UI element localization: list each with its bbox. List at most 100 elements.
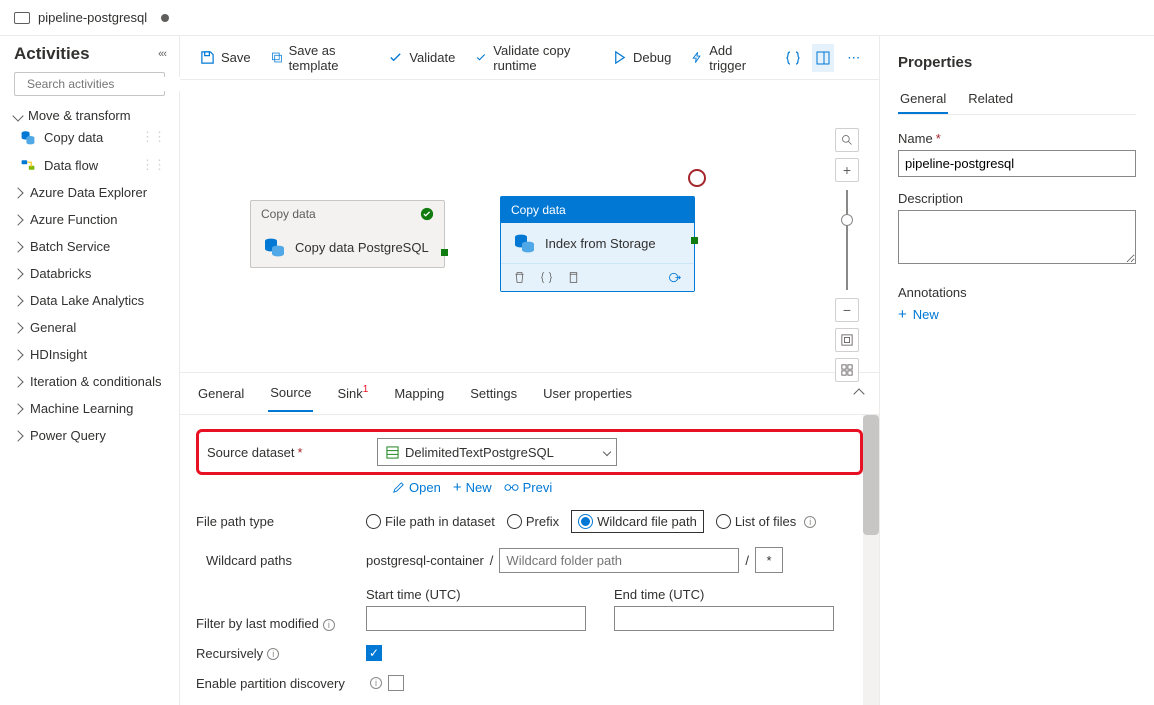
validate-button[interactable]: Validate [382,46,461,69]
annotations-label: Annotations [898,285,1136,300]
pencil-icon [392,481,405,494]
pipeline-canvas[interactable]: Copy data Copy data PostgreSQL Copy data [180,80,879,372]
chevron-right-icon [12,241,23,252]
code-view-button[interactable] [781,44,804,72]
collapse-panel-icon[interactable]: « ‹ [158,48,165,60]
pipeline-name-input[interactable] [898,150,1136,177]
output-port[interactable] [691,237,698,244]
radio-list-of-files[interactable]: List of filesi [716,514,816,529]
node-type-label: Copy data [261,207,316,221]
cat-machine-learning[interactable]: Machine Learning [14,395,165,422]
info-icon[interactable]: i [370,677,382,689]
tab-source[interactable]: Source [268,375,313,412]
delete-icon[interactable] [513,271,526,284]
node-copy-data-postgresql[interactable]: Copy data Copy data PostgreSQL [250,200,445,268]
source-dataset-row: Source dataset* DelimitedTextPostgreSQL [196,429,863,475]
filter-by-last-modified-label: Filter by last modifiedi [196,616,366,631]
radio-wildcard[interactable]: Wildcard file path [571,510,704,533]
chevron-down-icon [12,110,23,121]
activity-data-flow[interactable]: Data flow ⋮⋮ [14,151,165,179]
tab-settings[interactable]: Settings [468,376,519,411]
wildcard-file-input[interactable]: * [755,547,783,573]
goto-icon[interactable] [667,270,682,285]
activity-copy-data[interactable]: Copy data ⋮⋮ [14,123,165,151]
chevron-right-icon [12,349,23,360]
info-icon[interactable]: i [804,516,816,528]
radio-path-in-dataset[interactable]: File path in dataset [366,514,495,529]
activities-search[interactable] [14,72,165,96]
chevron-right-icon [12,295,23,306]
node-title: Copy data PostgreSQL [295,240,429,255]
validate-copy-runtime-button[interactable]: Validate copy runtime [469,39,598,77]
chevron-right-icon [12,187,23,198]
collapse-details-icon[interactable] [855,386,863,401]
properties-tab-general[interactable]: General [898,85,948,114]
node-title: Index from Storage [545,236,656,251]
wildcard-paths-label: Wildcard paths [196,553,366,568]
file-path-type-label: File path type [196,514,366,529]
save-button[interactable]: Save [194,46,257,69]
unsaved-indicator [161,14,169,22]
cat-iteration[interactable]: Iteration & conditionals [14,368,165,395]
auto-align-button[interactable] [835,358,859,382]
new-dataset-button[interactable]: +New [453,479,492,496]
zoom-slider[interactable] [846,190,848,290]
braces-icon[interactable] [540,271,553,284]
properties-tab-related[interactable]: Related [966,85,1015,114]
chevron-right-icon [12,430,23,441]
zoom-out-button[interactable]: − [835,298,859,322]
fit-to-screen-button[interactable] [835,328,859,352]
save-icon [200,50,215,65]
chevron-right-icon [12,214,23,225]
tab-title[interactable]: pipeline-postgresql [38,10,147,25]
cat-power-query[interactable]: Power Query [14,422,165,449]
cat-batch-service[interactable]: Batch Service [14,233,165,260]
properties-panel: Properties General Related Name* Descrip… [879,36,1154,705]
editor-tabbar: pipeline-postgresql [0,0,1154,36]
save-as-template-button[interactable]: Save as template [265,39,375,77]
file-path-type-radio: File path in dataset Prefix Wildcard fil… [366,510,816,533]
new-annotation-button[interactable]: +New [898,306,1136,323]
node-actions [501,263,694,291]
cat-databricks[interactable]: Databricks [14,260,165,287]
pipeline-toolbar: Save Save as template Validate Validate … [180,36,879,80]
search-canvas-button[interactable] [835,128,859,152]
search-input[interactable] [27,77,182,91]
node-index-from-storage[interactable]: Copy data Index from Storage [500,196,695,292]
preview-icon [504,481,519,494]
tab-user-properties[interactable]: User properties [541,376,634,411]
cat-data-lake-analytics[interactable]: Data Lake Analytics [14,287,165,314]
description-textarea[interactable] [898,210,1136,264]
cat-general[interactable]: General [14,314,165,341]
copy-data-icon [20,129,36,145]
group-move-transform[interactable]: Move & transform [14,108,165,123]
wildcard-folder-input[interactable] [499,548,739,573]
node-type-label: Copy data [511,203,566,217]
tab-mapping[interactable]: Mapping [392,376,446,411]
zoom-in-button[interactable]: + [835,158,859,182]
preview-dataset-button[interactable]: Previ [504,480,553,495]
add-trigger-button[interactable]: Add trigger [685,39,765,77]
more-button[interactable]: ⋯ [842,44,865,72]
chevron-right-icon [12,403,23,414]
properties-toggle-button[interactable] [812,44,835,72]
tab-general[interactable]: General [196,376,246,411]
cat-azure-data-explorer[interactable]: Azure Data Explorer [14,179,165,206]
output-port[interactable] [441,249,448,256]
open-dataset-button[interactable]: Open [392,480,441,495]
tab-sink[interactable]: Sink1 [335,376,370,411]
check-icon [475,50,487,65]
cat-azure-function[interactable]: Azure Function [14,206,165,233]
start-time-input[interactable] [366,606,586,631]
end-time-input[interactable] [614,606,834,631]
debug-button[interactable]: Debug [606,46,677,69]
info-icon[interactable]: i [267,648,279,660]
clone-icon[interactable] [567,271,580,284]
detail-scrollbar[interactable] [863,415,879,705]
partition-discovery-checkbox[interactable] [388,675,404,691]
source-dataset-select[interactable]: DelimitedTextPostgreSQL [377,438,617,466]
radio-prefix[interactable]: Prefix [507,514,559,529]
cat-hdinsight[interactable]: HDInsight [14,341,165,368]
recursively-checkbox[interactable]: ✓ [366,645,382,661]
info-icon[interactable]: i [323,619,335,631]
